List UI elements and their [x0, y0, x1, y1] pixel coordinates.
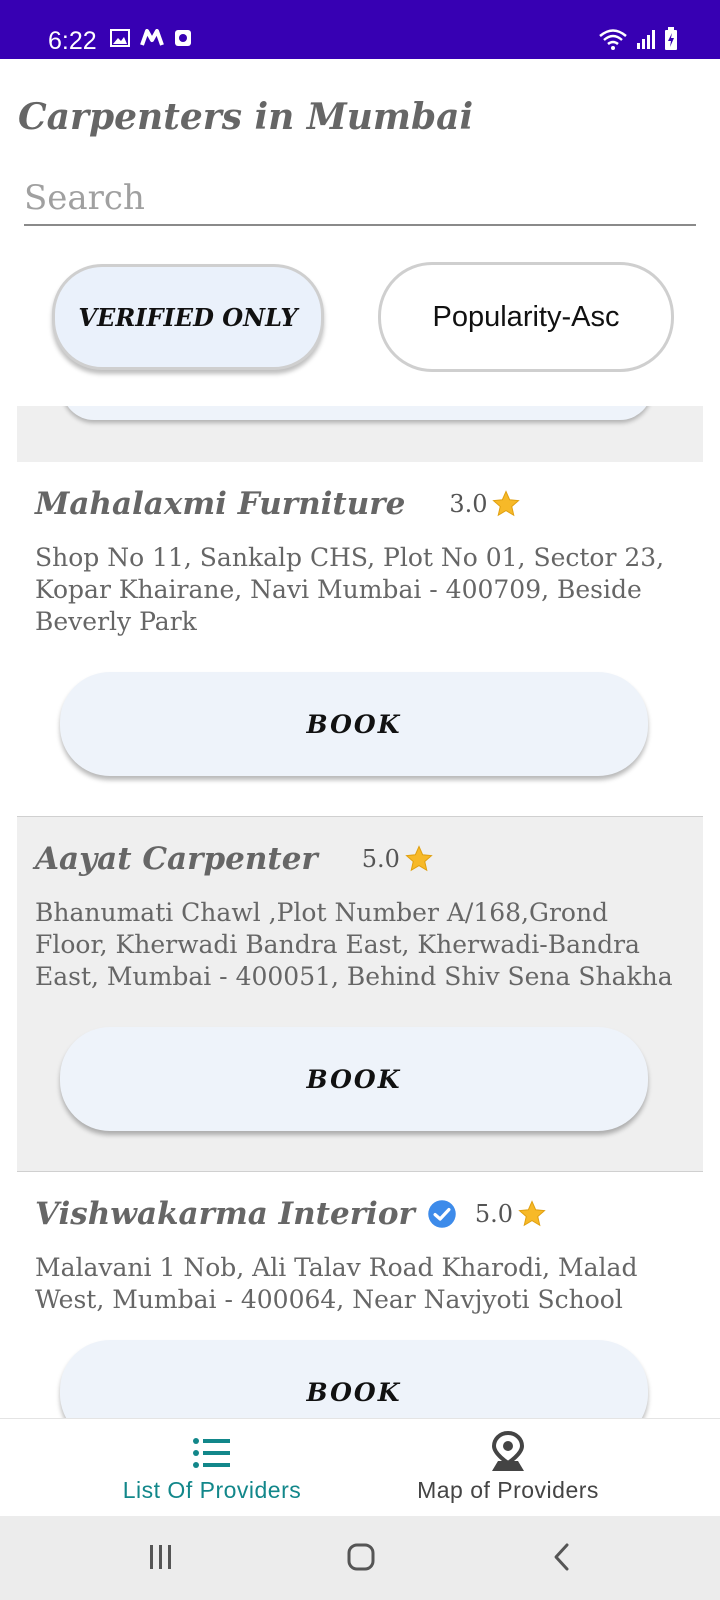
status-time: 6:22 — [48, 27, 97, 55]
provider-address: Shop No 11, Sankalp CHS, Plot No 01, Sec… — [35, 543, 665, 636]
provider-name[interactable]: Vishwakarma Interior — [35, 1196, 415, 1232]
tab-label: Map of Providers — [417, 1477, 599, 1503]
system-status-icons — [598, 27, 678, 51]
signal-icon — [637, 30, 655, 49]
book-button[interactable]: BOOK — [60, 1027, 648, 1131]
provider-card: Mahalaxmi Furniture 3.0 Shop No 11, Sank… — [17, 462, 703, 817]
m-icon — [140, 29, 164, 46]
book-button[interactable]: BOOK — [60, 1340, 648, 1418]
record-icon — [175, 30, 191, 46]
tab-map-of-providers[interactable]: Map of Providers — [328, 1419, 688, 1517]
provider-name[interactable]: Aayat Carpenter — [35, 841, 318, 877]
book-button-partial[interactable] — [62, 406, 652, 420]
book-button[interactable]: BOOK — [60, 672, 648, 776]
battery-charging-icon — [665, 27, 677, 50]
page-title: Carpenters in Mumbai — [18, 96, 474, 138]
provider-rating: 5.0 — [475, 1199, 547, 1229]
home-icon[interactable] — [346, 1542, 376, 1572]
provider-address: Bhanumati Chawl ,Plot Number A/168,Grond… — [35, 898, 673, 991]
provider-name[interactable]: Mahalaxmi Furniture — [35, 486, 405, 522]
provider-header: Mahalaxmi Furniture 3.0 — [35, 486, 521, 522]
verified-badge-icon — [428, 1200, 456, 1228]
status-bar: 6:22 — [0, 0, 720, 59]
star-icon — [518, 1200, 546, 1227]
wifi-icon — [599, 29, 627, 50]
system-navigation-bar — [0, 1516, 720, 1600]
list-icon — [193, 1438, 230, 1468]
rating-value: 5.0 — [361, 845, 400, 873]
notification-icons — [110, 29, 192, 47]
provider-header: Vishwakarma Interior 5.0 — [35, 1196, 547, 1232]
search-input[interactable] — [24, 172, 696, 226]
list-item-partial — [17, 406, 703, 463]
star-icon — [492, 490, 521, 517]
star-icon — [405, 845, 433, 872]
map-pin-icon — [491, 1431, 525, 1471]
back-icon[interactable] — [550, 1542, 574, 1572]
verified-only-filter-button[interactable]: VERIFIED ONLY — [52, 264, 324, 370]
provider-card: Vishwakarma Interior 5.0 Malavani 1 Nob,… — [17, 1172, 703, 1418]
provider-rating: 5.0 — [362, 844, 434, 874]
image-icon — [110, 29, 130, 47]
provider-card: Aayat Carpenter 5.0 Bhanumati Chawl ,Plo… — [17, 817, 703, 1172]
recents-icon[interactable] — [146, 1542, 176, 1572]
bottom-navigation: List Of Providers Map of Providers — [0, 1418, 720, 1517]
provider-rating: 3.0 — [449, 489, 521, 519]
sort-dropdown[interactable]: Popularity-Asc — [378, 262, 674, 372]
provider-list[interactable]: Mahalaxmi Furniture 3.0 Shop No 11, Sank… — [0, 406, 720, 1418]
provider-header: Aayat Carpenter 5.0 — [35, 841, 434, 877]
rating-value: 5.0 — [474, 1200, 513, 1228]
rating-value: 3.0 — [449, 490, 488, 518]
provider-address: Malavani 1 Nob, Ali Talav Road Kharodi, … — [35, 1253, 638, 1314]
